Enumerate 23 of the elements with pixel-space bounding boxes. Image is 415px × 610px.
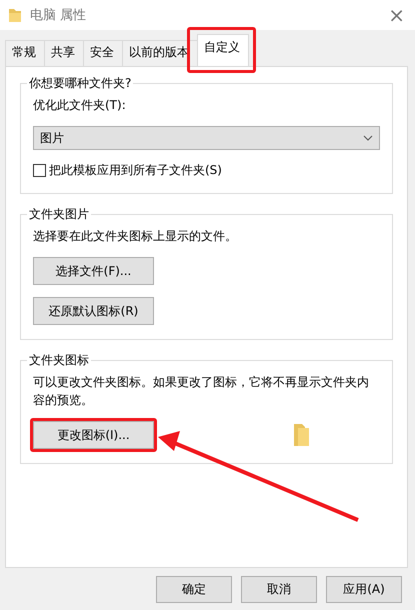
dialog-button[interactable]: 应用(A) — [326, 576, 402, 603]
description-text: 优化此文件夹(T): — [33, 97, 127, 114]
description-text: 可以更改文件夹图标。如果更改了图标，它将不再显示文件夹内容的预览。 — [33, 374, 370, 409]
dropdown[interactable]: 图片 — [33, 126, 380, 150]
button[interactable]: 选择文件(F)... — [33, 257, 154, 285]
group-title: 文件夹图标 — [27, 352, 91, 369]
group-title: 文件夹图片 — [27, 206, 91, 223]
button[interactable]: 还原默认图标(R) — [33, 297, 154, 325]
tab[interactable]: 常规 — [5, 40, 45, 66]
dropdown-value: 图片 — [40, 130, 64, 146]
group-title: 你想要哪种文件夹? — [27, 75, 134, 92]
checkbox-label: 把此模板应用到所有子文件夹(S) — [49, 162, 222, 179]
close-button[interactable]: × — [388, 3, 407, 27]
folder-icon — [8, 7, 22, 23]
window-title: 电脑 属性 — [30, 7, 88, 24]
dialog-button[interactable]: 确定 — [156, 576, 232, 603]
chevron-down-icon — [363, 135, 373, 141]
button[interactable]: 更改图标(I)... — [33, 421, 154, 449]
tab[interactable]: 自定义 — [197, 34, 249, 66]
folder-icon — [292, 423, 310, 447]
dialog-button[interactable]: 取消 — [241, 576, 317, 603]
checkbox[interactable] — [33, 164, 46, 177]
description-text: 选择要在此文件夹图标上显示的文件。 — [33, 228, 238, 245]
